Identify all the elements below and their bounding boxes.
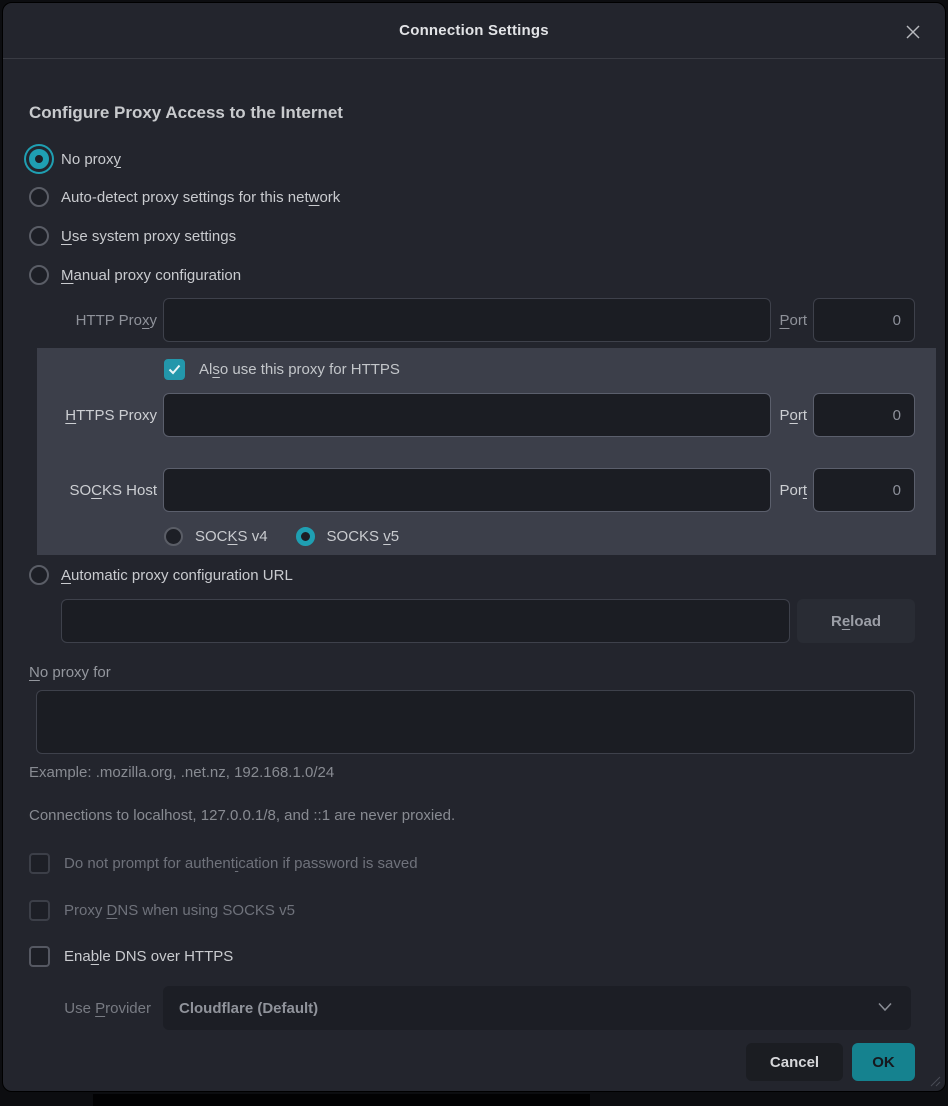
http-port-label: Port [779,312,807,329]
chevron-down-icon [877,1001,893,1013]
radio-socks-v5-label: SOCKS v5 [327,528,400,545]
https-proxy-row: HTTPS Proxy Port [37,393,915,437]
localhost-note-text: Connections to localhost, 127.0.0.1/8, a… [29,807,915,824]
auto-url-input[interactable] [61,599,790,643]
radio-manual-proxy[interactable]: Manual proxy configuration [29,263,915,287]
http-port-input[interactable] [813,298,915,342]
resize-grip-icon[interactable] [927,1073,941,1087]
https-socks-highlight-panel: Also use this proxy for HTTPS HTTPS Prox… [37,348,936,555]
http-proxy-row: HTTP Proxy Port [29,298,915,342]
checkmark-icon [168,364,181,375]
close-icon[interactable] [901,20,925,44]
provider-dropdown[interactable]: Cloudflare (Default) [163,986,911,1030]
radio-socks-v4[interactable]: SOCKS v4 [164,525,268,547]
radio-button-icon [29,149,49,169]
auto-url-row: Reload [61,599,915,643]
no-proxy-example-text: Example: .mozilla.org, .net.nz, 192.168.… [29,764,915,781]
checkbox-also-https[interactable]: Also use this proxy for HTTPS [164,358,915,380]
checkbox-enable-doh[interactable]: Enable DNS over HTTPS [29,945,915,967]
no-proxy-for-textarea[interactable] [36,690,915,754]
radio-system-proxy-label: Use system proxy settings [61,228,236,245]
checkbox-icon [29,946,50,967]
doh-provider-row: Use Provider Cloudflare (Default) [29,986,915,1030]
https-port-input[interactable] [813,393,915,437]
dialog-title: Connection Settings [399,22,549,39]
no-proxy-for-label: No proxy for [29,664,915,681]
socks-version-group: SOCKS v4 SOCKS v5 [164,525,915,547]
checkbox-no-prompt-auth-label: Do not prompt for authentication if pass… [64,855,418,872]
radio-auto-url-label: Automatic proxy configuration URL [61,567,293,584]
https-port-label: Port [779,407,807,424]
radio-button-icon [296,527,315,546]
dialog-action-row: Cancel OK [29,1043,915,1081]
http-proxy-input[interactable] [163,298,771,342]
radio-manual-proxy-label: Manual proxy configuration [61,267,241,284]
radio-button-icon [29,187,49,207]
cancel-button[interactable]: Cancel [746,1043,843,1081]
https-proxy-label: HTTPS Proxy [37,407,163,424]
radio-button-icon [29,226,49,246]
provider-dropdown-value: Cloudflare (Default) [179,1000,318,1017]
radio-auto-detect[interactable]: Auto-detect proxy settings for this netw… [29,185,915,209]
dialog-header: Connection Settings [3,3,945,59]
socks-host-input[interactable] [163,468,771,512]
ok-button[interactable]: OK [852,1043,915,1081]
checkbox-proxy-dns[interactable]: Proxy DNS when using SOCKS v5 [29,899,915,921]
checkbox-no-prompt-auth[interactable]: Do not prompt for authentication if pass… [29,852,915,874]
checkbox-icon [29,853,50,874]
radio-button-icon [29,565,49,585]
page-title: Configure Proxy Access to the Internet [29,103,915,123]
connection-settings-dialog: Connection Settings Configure Proxy Acce… [2,2,946,1092]
https-proxy-input[interactable] [163,393,771,437]
socks-port-label: Port [779,482,807,499]
reload-button[interactable]: Reload [797,599,915,643]
radio-auto-detect-label: Auto-detect proxy settings for this netw… [61,189,340,206]
radio-socks-v5[interactable]: SOCKS v5 [296,525,400,547]
radio-no-proxy-label: No proxy [61,151,121,168]
checkbox-checked-icon [164,359,185,380]
http-proxy-label: HTTP Proxy [29,312,163,329]
socks-host-row: SOCKS Host Port [37,468,915,512]
use-provider-label: Use Provider [29,1000,163,1017]
socks-host-label: SOCKS Host [37,482,163,499]
checkbox-proxy-dns-label: Proxy DNS when using SOCKS v5 [64,902,295,919]
background-window-strip [93,1094,590,1106]
radio-system-proxy[interactable]: Use system proxy settings [29,224,915,248]
radio-button-icon [164,527,183,546]
checkbox-icon [29,900,50,921]
checkbox-enable-doh-label: Enable DNS over HTTPS [64,948,233,965]
radio-auto-url[interactable]: Automatic proxy configuration URL [29,563,915,587]
radio-socks-v4-label: SOCKS v4 [195,528,268,545]
checkbox-also-https-label: Also use this proxy for HTTPS [199,361,400,378]
radio-button-icon [29,265,49,285]
socks-port-input[interactable] [813,468,915,512]
radio-no-proxy[interactable]: No proxy [29,147,915,171]
